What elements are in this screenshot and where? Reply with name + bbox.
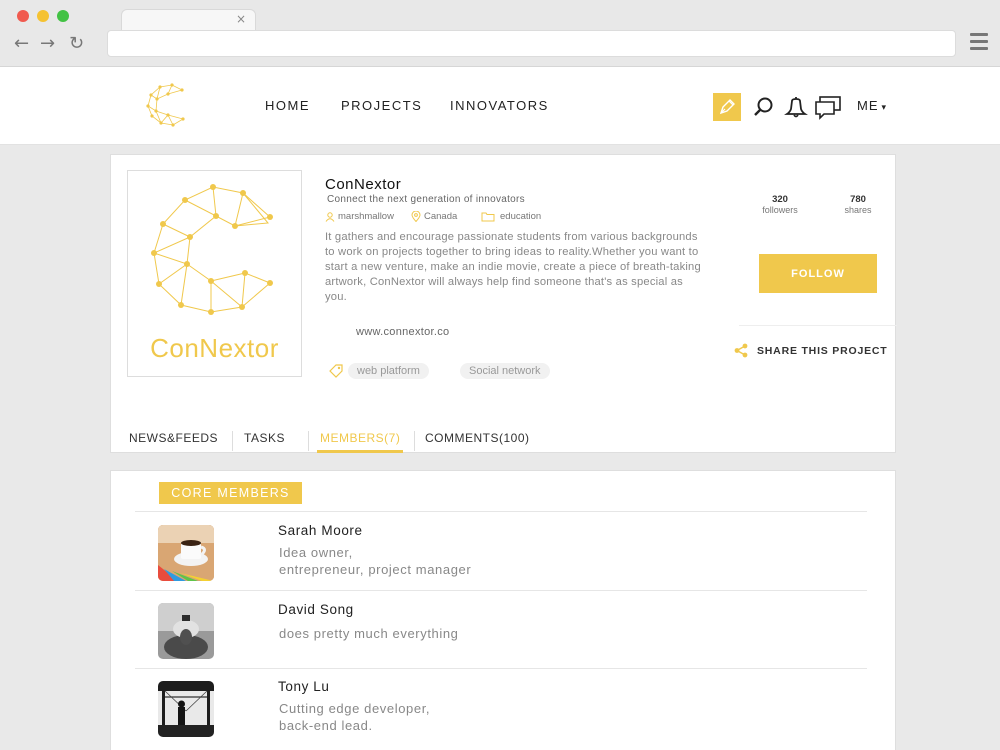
chevron-down-icon: ▾ (881, 102, 888, 112)
location-pin-icon (411, 211, 421, 222)
active-tab-indicator (317, 450, 403, 453)
tab-tasks[interactable]: TASKS (244, 431, 285, 445)
core-members-label: CORE MEMBERS (159, 482, 302, 504)
avatar[interactable] (158, 525, 214, 581)
tag-web-platform[interactable]: web platform (348, 363, 429, 379)
project-title: ConNextor (325, 176, 402, 193)
browser-chrome: × ← → ↻ (0, 0, 1000, 67)
avatar[interactable] (158, 681, 214, 737)
share-project-label: SHARE THIS PROJECT (757, 344, 888, 357)
tab-members[interactable]: MEMBERS(7) (320, 431, 400, 445)
share-icon (734, 343, 748, 358)
member-row[interactable]: Tony Lu Cutting edge developer, back-end… (135, 669, 867, 747)
member-row[interactable]: David Song does pretty much everything (135, 591, 867, 669)
follow-button[interactable]: FOLLOW (759, 254, 877, 293)
connextor-network-logo-icon (151, 184, 273, 315)
create-project-button[interactable] (713, 93, 741, 121)
member-role-line: back-end lead. (279, 718, 373, 733)
project-category[interactable]: education (481, 211, 541, 222)
address-bar[interactable] (107, 30, 956, 57)
project-location-text: Canada (424, 211, 458, 222)
tab-divider (232, 431, 233, 451)
member-role: Idea owner, entrepreneur, project manage… (279, 544, 471, 578)
connextor-logo-icon[interactable] (144, 82, 190, 128)
share-project-button[interactable]: SHARE THIS PROJECT (734, 343, 888, 358)
shares-stat: 780 shares (828, 194, 888, 215)
project-logo-text: ConNextor (150, 333, 279, 363)
member-role-line: Cutting edge developer, (279, 701, 431, 716)
user-menu-label: ME (857, 98, 879, 113)
member-name[interactable]: Sarah Moore (278, 523, 363, 538)
user-menu[interactable]: ME ▾ (857, 98, 887, 113)
search-icon[interactable] (751, 94, 777, 120)
project-tagline: Connect the next generation of innovator… (327, 194, 525, 205)
followers-stat: 320 followers (750, 194, 810, 215)
browser-menu-icon[interactable] (970, 33, 988, 54)
maximize-window-icon[interactable] (57, 10, 69, 22)
tab-close-icon[interactable]: × (236, 12, 246, 26)
member-name[interactable]: David Song (278, 602, 354, 617)
project-description: It gathers and encourage passionate stud… (325, 231, 701, 303)
window-controls (17, 10, 69, 22)
nav-home[interactable]: HOME (265, 98, 310, 113)
project-url-link[interactable]: www.connextor.co (356, 326, 449, 338)
tab-comments[interactable]: COMMENTS(100) (425, 431, 530, 445)
project-owner[interactable]: marshmallow (325, 211, 394, 222)
tag-social-network[interactable]: Social network (460, 363, 550, 379)
minimize-window-icon[interactable] (37, 10, 49, 22)
folder-icon (481, 212, 495, 222)
user-icon (325, 211, 335, 222)
shares-label: shares (844, 205, 872, 215)
divider (739, 325, 897, 326)
nav-innovators[interactable]: INNOVATORS (450, 98, 549, 113)
reload-icon[interactable]: ↻ (69, 33, 84, 54)
project-logo: ConNextor (127, 170, 302, 377)
tab-divider (308, 431, 309, 451)
tab-news-feeds[interactable]: NEWS&FEEDS (129, 431, 218, 445)
member-role-line: does pretty much everything (279, 626, 459, 641)
member-role: does pretty much everything (279, 625, 459, 642)
close-window-icon[interactable] (17, 10, 29, 22)
followers-label: followers (762, 205, 798, 215)
forward-icon[interactable]: → (40, 33, 55, 54)
project-location: Canada (411, 211, 457, 222)
site-header: HOME PROJECTS INNOVATORS ME ▾ (0, 67, 1000, 145)
tab-divider (414, 431, 415, 451)
project-card: ConNextor ConNextor Connect the next gen… (110, 154, 897, 453)
followers-count: 320 (772, 194, 788, 205)
shares-count: 780 (850, 194, 866, 205)
back-icon[interactable]: ← (14, 33, 29, 54)
member-name[interactable]: Tony Lu (278, 679, 329, 694)
browser-tab[interactable]: × (121, 9, 256, 31)
pen-icon (719, 99, 735, 115)
nav-projects[interactable]: PROJECTS (341, 98, 422, 113)
project-owner-name: marshmallow (338, 211, 394, 222)
project-category-text: education (500, 211, 542, 222)
member-role: Cutting edge developer, back-end lead. (279, 700, 430, 734)
member-role-line: entrepreneur, project manager (279, 562, 472, 577)
tag-icon (329, 364, 343, 378)
messages-icon[interactable] (814, 94, 842, 120)
bell-icon[interactable] (783, 94, 809, 120)
member-role-line: Idea owner, (279, 545, 353, 560)
members-panel: CORE MEMBERS Sarah Moore Idea owner, ent… (110, 470, 896, 750)
member-row[interactable]: Sarah Moore Idea owner, entrepreneur, pr… (135, 512, 867, 590)
avatar[interactable] (158, 603, 214, 659)
